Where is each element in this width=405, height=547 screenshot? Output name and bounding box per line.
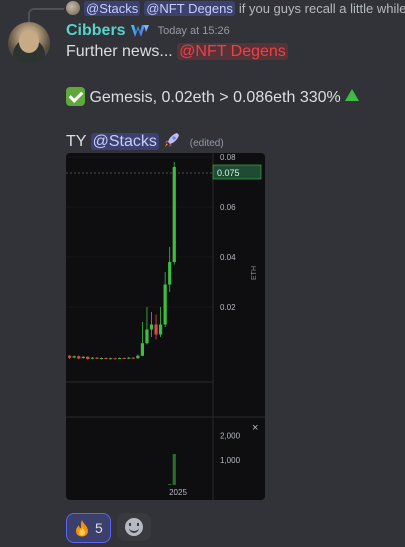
message-line-1: Further news... @NFT Degens — [66, 43, 288, 61]
candle-body — [95, 357, 99, 359]
candle-body — [122, 358, 126, 359]
candle-body — [90, 357, 94, 359]
candle-body — [131, 357, 135, 359]
candle-body — [72, 356, 76, 358]
add-reaction-button[interactable] — [116, 513, 151, 541]
price-chart: 0.08 0.06 0.04 0.02 2,000 1,000 0.075 ETH × 2… — [66, 153, 265, 500]
role-badge-icon — [130, 25, 149, 37]
message-text-2: Gemesis, 0.02eth > 0.086eth 330% — [89, 89, 341, 106]
timestamp[interactable]: Today at 15:26 — [158, 25, 230, 37]
candle-body — [145, 329, 149, 344]
fire-icon — [76, 520, 88, 537]
reply-preview[interactable]: @Stacks @NFT Degens if you guys recall a… — [66, 0, 405, 16]
message-line-2: Gemesis, 0.02eth > 0.086eth 330% — [66, 87, 360, 107]
candle-body — [118, 358, 122, 359]
reply-avatar[interactable] — [66, 1, 80, 15]
candle-body — [159, 324, 163, 335]
candle-body — [86, 356, 90, 359]
reaction-fire[interactable]: 5 — [66, 513, 111, 543]
price-axis-label: ETH — [251, 266, 258, 280]
price-tick-label: 0.04 — [220, 253, 236, 262]
x-axis-label: 2025 — [169, 488, 187, 497]
message-line-3: TY @Stacks (edited) — [66, 131, 224, 151]
candle-body — [154, 324, 158, 335]
candle-body — [168, 262, 172, 285]
price-tick-label: 0.06 — [220, 203, 236, 212]
check-mark-icon — [66, 87, 85, 106]
close-volume-icon[interactable]: × — [252, 422, 258, 434]
candle-body — [149, 324, 154, 330]
message-header: Cibbers Today at 15:26 — [66, 22, 230, 40]
rocket-icon — [165, 133, 180, 147]
candle-body — [99, 358, 104, 359]
candle-body — [104, 358, 108, 359]
reply-author-mention[interactable]: @Stacks — [84, 0, 141, 16]
reaction-row: 5 — [66, 513, 151, 543]
volume-tick-label: 2,000 — [220, 431, 241, 440]
price-tick-label: 0.02 — [220, 303, 236, 312]
reply-preview-text[interactable]: if you guys recall a little while — [239, 1, 405, 16]
message-text-1: Further news... — [66, 43, 178, 60]
candle-body — [108, 358, 113, 360]
edited-tag: (edited) — [189, 138, 224, 149]
reply-mention[interactable]: @NFT Degens — [144, 0, 235, 16]
candle-body — [127, 357, 131, 359]
volume-bar — [172, 454, 176, 485]
volume-tick-label: 1,000 — [220, 456, 241, 465]
smiley-icon — [124, 518, 143, 536]
username[interactable]: Cibbers — [66, 22, 126, 40]
candle-body — [77, 356, 81, 359]
up-triangle-icon — [345, 89, 360, 101]
reaction-count: 5 — [95, 520, 103, 536]
candle-body — [68, 355, 72, 358]
candle-body — [81, 356, 85, 358]
chart-image[interactable]: 0.08 0.06 0.04 0.02 2,000 1,000 0.075 ETH × 2… — [66, 153, 265, 500]
candle-body — [140, 343, 144, 356]
avatar[interactable] — [8, 22, 50, 64]
message-text-3: TY — [66, 133, 91, 150]
price-tick-label: 0.08 — [220, 153, 236, 162]
candle-body — [113, 358, 117, 360]
candle-body — [163, 284, 167, 325]
candle-body — [136, 355, 140, 359]
volume-bar — [168, 484, 172, 485]
candle-body — [172, 167, 176, 262]
user-mention[interactable]: @Stacks — [90, 133, 159, 150]
current-price-label: 0.075 — [217, 168, 240, 178]
role-mention[interactable]: @NFT Degens — [177, 43, 288, 60]
